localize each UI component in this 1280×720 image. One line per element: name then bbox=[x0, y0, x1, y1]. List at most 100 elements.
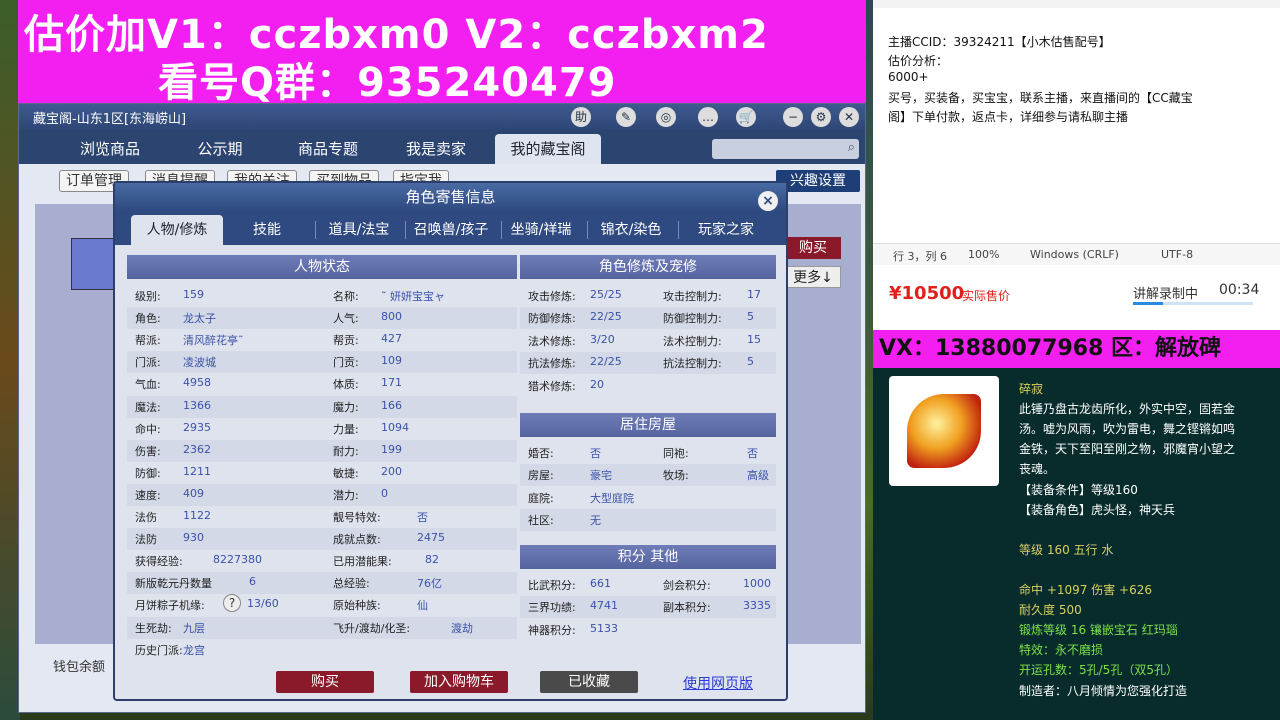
stat-row-value: 159 bbox=[183, 288, 204, 301]
search-input[interactable]: ⌕ bbox=[712, 139, 859, 159]
cultivation-row-2-label: 抗法控制力: bbox=[663, 357, 722, 371]
stat-row-mid-label: 力量: bbox=[333, 422, 359, 436]
tab-pets[interactable]: 召唤兽/孩子 bbox=[405, 215, 497, 245]
stat-row-mid-value: 200 bbox=[381, 464, 402, 478]
tab-topics[interactable]: 商品专题 bbox=[283, 134, 373, 164]
stat-row-label: 魔法: bbox=[135, 400, 161, 414]
tab-my-cbg[interactable]: 我的藏宝阁 bbox=[495, 134, 601, 164]
cultivation-row-label: 抗法修炼: bbox=[528, 357, 576, 371]
role-info-dialog: 角色寄售信息 × 人物/修炼 技能 道具/法宝 召唤兽/孩子 坐骑/祥瑞 锦衣/… bbox=[113, 181, 788, 701]
stat-row-mid: 已用潜能果: 82 bbox=[333, 553, 439, 569]
item-desc-2: 汤。嘘为风雨，吹为雷电，舞之铿锵如鸣 bbox=[1019, 422, 1236, 436]
stat-row: 伤害: 2362 bbox=[135, 443, 211, 459]
stat-row-mid-label: 门贡: bbox=[333, 356, 359, 370]
stat-row-mid-value: 82 bbox=[425, 553, 439, 567]
stat-row-mid-value: 109 bbox=[381, 354, 402, 368]
tab-public[interactable]: 公示期 bbox=[175, 134, 265, 164]
item-requirement: 【装备条件】等级160 bbox=[1019, 483, 1138, 497]
side-buy-button[interactable]: 购买 bbox=[785, 237, 841, 259]
cursor-position: 行 3，列 6 bbox=[893, 250, 947, 263]
item-name: 碎寂 bbox=[1019, 382, 1044, 396]
stream-price-area: ¥10500 实际售价 讲解录制中 00:34 bbox=[873, 268, 1280, 330]
stat-row-mid-label: 潜力: bbox=[333, 488, 359, 502]
stat-row-mid: 门贡: 109 bbox=[333, 354, 402, 370]
interest-settings-button[interactable]: 兴趣设置 bbox=[776, 170, 860, 192]
house-row-value: 否 bbox=[590, 447, 601, 460]
item-desc-4: 丧魂。 bbox=[1019, 462, 1056, 476]
stat-row: 帮派: 清风醉花亭˜ bbox=[135, 332, 244, 348]
house-row-label: 社区: bbox=[528, 514, 554, 528]
stat-row-mid: 原始种族: 仙 bbox=[333, 597, 428, 613]
tab-mounts[interactable]: 坐骑/祥瑞 bbox=[501, 215, 581, 245]
score-row-2-value: 3335 bbox=[743, 599, 771, 613]
stat-row-mid-value: 仙 bbox=[417, 599, 428, 613]
stat-row-label: 防御: bbox=[135, 466, 161, 480]
main-tabs: 浏览商品 公示期 商品专题 我是卖家 我的藏宝阁 ⌕ bbox=[19, 130, 865, 164]
house-row-label: 房屋: bbox=[528, 469, 554, 483]
stat-row-mid-label: 名称: bbox=[333, 290, 359, 303]
cultivation-row-2: 抗法控制力: 5 bbox=[663, 355, 754, 371]
stat-row-label: 伤害: bbox=[135, 444, 161, 458]
stat-row-mid-value: 171 bbox=[381, 376, 402, 390]
web-version-link[interactable]: 使用网页版 bbox=[683, 673, 753, 693]
add-to-cart-button[interactable]: 加入购物车 bbox=[410, 671, 508, 693]
stat-row: 门派: 凌波城 bbox=[135, 354, 216, 370]
house-row-value: 豪宅 bbox=[590, 469, 612, 483]
stat-row-mid-value: 1094 bbox=[381, 420, 409, 434]
house-row-2-value: 高级 bbox=[747, 469, 769, 483]
gear-icon[interactable]: ⚙ bbox=[811, 107, 831, 127]
stat-row: 角色: 龙太子 bbox=[135, 310, 216, 326]
notepad-line-3: 6000+ bbox=[888, 70, 929, 84]
stat-row-mid: 耐力: 199 bbox=[333, 443, 402, 459]
item-tooltip: 碎寂 此锤乃盘古龙齿所化，外实中空，固若金 汤。嘘为风雨，吹为雷电，舞之铿锵如鸣… bbox=[873, 368, 1280, 720]
record-icon[interactable]: ◎ bbox=[656, 107, 676, 127]
tab-seller[interactable]: 我是卖家 bbox=[391, 134, 481, 164]
side-more-button[interactable]: 更多↓ bbox=[785, 266, 841, 288]
search-icon[interactable]: ⌕ bbox=[848, 140, 855, 155]
score-row-2: 剑会积分: 1000 bbox=[663, 577, 771, 593]
house-header: 居住房屋 bbox=[520, 413, 776, 437]
stat-row-mid: 体质: 171 bbox=[333, 376, 402, 392]
notepad-line-2: 估价分析： bbox=[888, 54, 949, 68]
stat-row: 级别: 159 bbox=[135, 288, 204, 304]
item-desc-1: 此锤乃盘古龙齿所化，外实中空，固若金 bbox=[1019, 402, 1236, 416]
stat-row-mid: 总经验: 76亿 bbox=[333, 575, 442, 591]
cultivation-row: 猎术修炼: 20 bbox=[528, 378, 604, 394]
buy-button[interactable]: 购买 bbox=[276, 671, 374, 693]
stat-row-mid: 帮贡: 427 bbox=[333, 332, 402, 348]
recording-time: 00:34 bbox=[1219, 282, 1260, 298]
cultivation-row-2-value: 5 bbox=[747, 310, 754, 324]
stat-row: 新版乾元丹数量 6 bbox=[135, 575, 256, 591]
cultivation-row: 攻击修炼: 25/25 bbox=[528, 288, 622, 304]
game-left-hud bbox=[0, 0, 20, 720]
chat-icon[interactable]: … bbox=[698, 107, 718, 127]
tab-items[interactable]: 道具/法宝 bbox=[319, 215, 399, 245]
close-icon[interactable]: ✕ bbox=[839, 107, 859, 127]
minimize-icon[interactable]: − bbox=[783, 107, 803, 127]
tab-home[interactable]: 玩家之家 bbox=[681, 215, 771, 245]
item-level: 等级 160 五行 水 bbox=[1019, 543, 1114, 557]
house-row: 房屋: 豪宅 bbox=[528, 467, 612, 483]
stat-row-mid: 魔力: 166 bbox=[333, 399, 402, 415]
tab-costume[interactable]: 锦衣/染色 bbox=[591, 215, 671, 245]
tab-character[interactable]: 人物/修炼 bbox=[131, 215, 223, 245]
cultivation-row-2-label: 防御控制力: bbox=[663, 312, 722, 326]
cart-icon[interactable]: 🛒 bbox=[736, 107, 756, 127]
stat-row-value: 2362 bbox=[183, 442, 211, 456]
stat-row-mid-value: 2475 bbox=[417, 531, 445, 545]
stat-row-mid-label: 体质: bbox=[333, 378, 359, 392]
collected-button[interactable]: 已收藏 bbox=[540, 671, 638, 693]
score-row-value: 4741 bbox=[590, 599, 618, 613]
cultivation-row-label: 法术修炼: bbox=[528, 334, 576, 348]
stat-row-mid-label: 总经验: bbox=[333, 577, 370, 591]
help-icon[interactable]: 助 bbox=[571, 107, 591, 127]
cultivation-row-2-value: 15 bbox=[747, 332, 761, 346]
dialog-close-icon[interactable]: × bbox=[758, 191, 778, 211]
stat-row-value: 1366 bbox=[183, 398, 211, 412]
notepad-window: 主播CCID：39324211【小木估售配号】 估价分析： 6000+ 买号，买… bbox=[873, 0, 1280, 268]
tab-skills[interactable]: 技能 bbox=[227, 215, 307, 245]
edit-icon[interactable]: ✎ bbox=[616, 107, 636, 127]
help-icon[interactable]: ? bbox=[223, 594, 241, 613]
stat-row-label: 法防 bbox=[135, 533, 157, 547]
tab-browse[interactable]: 浏览商品 bbox=[65, 134, 155, 164]
